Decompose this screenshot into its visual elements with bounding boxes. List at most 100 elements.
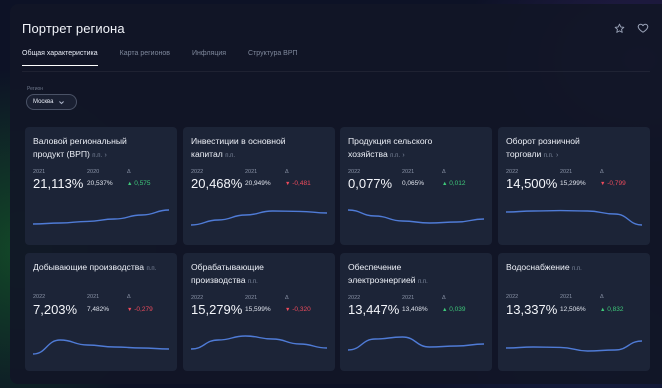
page-title: Портрет региона [22, 20, 125, 36]
value-current: 0,077% [348, 176, 393, 191]
sparkline-path [348, 209, 484, 224]
year-current: 2022 [506, 169, 519, 175]
value-delta: ▲ 0,012 [442, 180, 466, 187]
year-previous: 2021 [560, 169, 573, 175]
value-delta: ▼ -0,481 [285, 180, 311, 187]
sparkline-path [33, 339, 169, 355]
region-select[interactable]: Москва [26, 94, 77, 110]
kpi-card[interactable]: Водоснабжение п.п. 2022 2021 Δ 13,337% 1… [498, 253, 650, 371]
triangle-down-icon: ▼ [127, 307, 133, 313]
region-label: Регион [27, 86, 44, 92]
card-title: Обеспечение электроэнергией п.п. [348, 261, 488, 289]
tab-bar: Общая характеристика Карта регионов Инфл… [22, 50, 650, 72]
year-previous: 2021 [402, 169, 415, 175]
year-current: 2022 [33, 294, 46, 300]
delta-label: Δ [285, 295, 289, 301]
card-unit: п.п. [225, 153, 236, 159]
year-current: 2022 [191, 169, 204, 175]
kpi-card[interactable]: Продукция сельского хозяйства п.п. › 2022… [340, 127, 492, 245]
sparkline-path [348, 336, 484, 351]
kpi-card[interactable]: Валовой региональный продукт (ВРП) п.п. ›… [25, 127, 177, 245]
year-current: 2022 [348, 169, 361, 175]
value-delta-number: 0,039 [449, 306, 466, 313]
card-title-line2: производства [191, 275, 246, 285]
value-current: 20,468% [191, 176, 243, 191]
triangle-down-icon: ▼ [285, 181, 291, 187]
value-delta-number: 0,012 [449, 180, 466, 187]
card-title: Обрабатывающие производства п.п. [191, 261, 331, 289]
card-title: Добывающие производства п.п. [33, 261, 173, 276]
chevron-down-icon [58, 99, 65, 106]
kpi-card[interactable]: Оборот розничной торговли п.п. › 2022 202… [498, 127, 650, 245]
card-unit: п.п. [247, 279, 258, 285]
sparkline [191, 335, 327, 350]
value-current: 14,500% [506, 176, 558, 191]
triangle-up-icon: ▲ [127, 181, 133, 187]
card-title-line1: Водоснабжение [506, 262, 570, 272]
sparkline [191, 210, 327, 226]
sparkline [33, 339, 169, 355]
chevron-right-icon[interactable]: › [105, 152, 107, 159]
year-current: 2022 [348, 295, 361, 301]
delta-label: Δ [127, 294, 131, 300]
tab-grp-structure[interactable]: Структура ВРП [248, 50, 298, 65]
value-previous: 0,065% [402, 180, 425, 187]
year-current: 2021 [33, 169, 46, 175]
triangle-up-icon: ▲ [600, 307, 606, 313]
card-unit: п.п. [146, 266, 157, 272]
value-previous: 12,506% [560, 306, 586, 313]
heart-icon[interactable] [636, 21, 650, 35]
tab-region-map[interactable]: Карта регионов [120, 50, 170, 65]
tab-inflation[interactable]: Инфляция [192, 50, 226, 65]
delta-label: Δ [442, 169, 446, 175]
year-previous: 2021 [245, 169, 258, 175]
kpi-card[interactable]: Инвестиции в основной капитал п.п. 2022 2… [183, 127, 335, 245]
value-previous: 7,482% [87, 306, 110, 313]
delta-label: Δ [127, 169, 131, 175]
sparkline-path [191, 335, 327, 350]
card-title-line2: электроэнергией [348, 275, 416, 285]
year-previous: 2020 [87, 169, 100, 175]
year-previous: 2021 [87, 294, 100, 300]
sparkline-path [191, 210, 327, 226]
card-title-line1: Инвестиции в основной [191, 136, 286, 146]
chevron-right-icon[interactable]: › [556, 152, 558, 159]
value-delta-number: -0,799 [607, 180, 626, 187]
card-unit: п.п. [572, 266, 582, 272]
delta-label: Δ [285, 169, 289, 175]
value-current: 15,279% [191, 302, 243, 317]
value-previous: 15,599% [245, 306, 271, 313]
delta-label: Δ [600, 169, 604, 175]
chevron-right-icon[interactable]: › [402, 152, 404, 159]
card-title-line1: Оборот розничной [506, 136, 580, 146]
sparkline-path [506, 209, 642, 226]
kpi-card[interactable]: Обрабатывающие производства п.п. 2022 202… [183, 253, 335, 371]
card-title-line1: Валовой региональный [33, 136, 127, 146]
card-title-line1: Обрабатывающие [191, 262, 264, 272]
kpi-card[interactable]: Добывающие производства п.п. 2022 2021 Δ… [25, 253, 177, 371]
value-delta-number: 0,575 [134, 180, 151, 187]
panel-header: Портрет региона [22, 18, 650, 38]
sparkline [506, 340, 642, 352]
sparkline [33, 209, 169, 225]
card-title: Валовой региональный продукт (ВРП) п.п. › [33, 135, 173, 163]
value-previous: 20,537% [87, 180, 113, 187]
card-title-line2: продукт (ВРП) [33, 149, 90, 159]
star-icon[interactable] [612, 21, 626, 35]
card-unit: п.п. [390, 153, 400, 159]
triangle-down-icon: ▼ [285, 307, 291, 313]
tab-overview[interactable]: Общая характеристика [22, 50, 98, 66]
delta-label: Δ [600, 294, 604, 300]
card-title: Водоснабжение п.п. [506, 261, 646, 276]
value-previous: 20,949% [245, 180, 271, 187]
value-delta: ▼ -0,799 [600, 180, 626, 187]
sparkline-path [506, 340, 642, 352]
year-current: 2022 [506, 294, 519, 300]
card-title-line1: Добывающие производства [33, 262, 145, 272]
value-delta: ▲ 0,832 [600, 306, 624, 313]
region-select-value: Москва [33, 99, 54, 105]
card-unit: п.п. [92, 153, 103, 159]
card-title-line2: капитал [191, 149, 223, 159]
kpi-card[interactable]: Обеспечение электроэнергией п.п. 2022 202… [340, 253, 492, 371]
card-title-line2: хозяйства [348, 149, 388, 159]
